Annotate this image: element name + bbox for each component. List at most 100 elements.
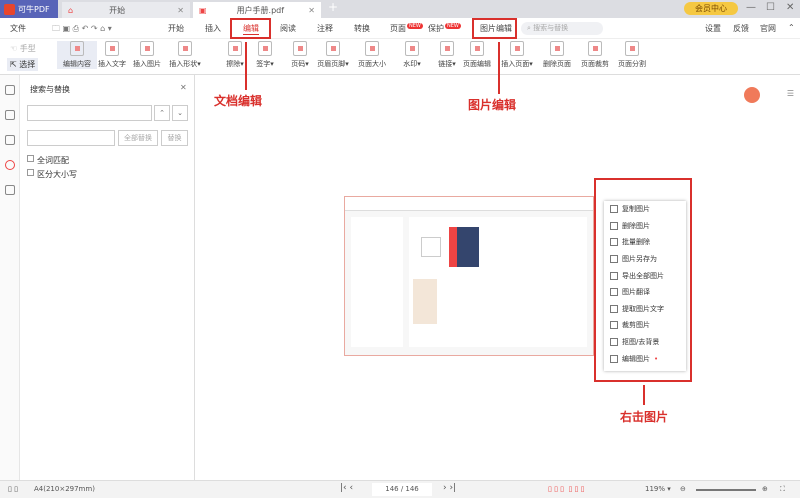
- menu-page[interactable]: 页面 NEW: [390, 23, 423, 34]
- context-menu-item[interactable]: 抠图/去背景: [604, 334, 686, 351]
- hand-tool[interactable]: ☜ 手型: [10, 43, 36, 54]
- prev-result-button[interactable]: ⌃: [154, 105, 170, 121]
- page-size: A4(210×297mm): [34, 485, 95, 493]
- ribbon-button[interactable]: 插入页面▾: [497, 41, 537, 69]
- ribbon-icon: [326, 41, 340, 56]
- context-menu-item[interactable]: 批量删除: [604, 234, 686, 251]
- view-mode-icons[interactable]: ▯ ▯ ▯ ▯ ▯ ▯: [548, 485, 584, 493]
- first-prev-buttons[interactable]: |‹ ‹: [340, 483, 353, 493]
- minimize-button[interactable]: —: [746, 2, 756, 13]
- zoom-slider[interactable]: [696, 489, 756, 491]
- replace-button[interactable]: 替换: [161, 130, 188, 146]
- menu-feedback[interactable]: 反馈: [733, 23, 749, 34]
- search-replace-panel: 搜索与替换 ✕ ⌃ ⌄ 全部替换 替换 全词匹配 区分大小写: [20, 75, 195, 480]
- tab-home[interactable]: ⌂ 开始 ✕: [62, 2, 190, 18]
- pdf-icon: ▣: [199, 5, 207, 15]
- thumbnails-icon[interactable]: [4, 110, 15, 120]
- menu-item-icon: [610, 304, 618, 313]
- ribbon-icon: [228, 41, 242, 56]
- quick-access-icons[interactable]: 🗀 ▣ ⎙ ↶ ↷ ⌂ ▾: [52, 23, 112, 37]
- close-icon[interactable]: ✕: [177, 6, 184, 15]
- menu-convert[interactable]: 转换: [354, 23, 370, 34]
- ribbon-icon: [140, 41, 154, 56]
- vip-center-button[interactable]: 会员中心: [684, 2, 738, 15]
- ribbon-button[interactable]: 插入图片: [127, 41, 167, 69]
- ribbon-icon: [588, 41, 602, 56]
- match-case-checkbox[interactable]: 区分大小写: [27, 169, 77, 180]
- replace-field[interactable]: [27, 130, 115, 146]
- menu-item-icon: [610, 288, 618, 297]
- ribbon-icon: [470, 41, 484, 56]
- floating-tool-button[interactable]: [744, 87, 760, 103]
- ribbon-button[interactable]: 页眉页脚▾: [313, 41, 353, 69]
- logo-icon: [4, 3, 15, 15]
- context-menu-item[interactable]: 编辑图片 •: [604, 350, 686, 367]
- select-tool[interactable]: ⇱ 选择: [7, 58, 39, 71]
- tab-document[interactable]: ▣ 用户手册.pdf ✕: [193, 2, 321, 18]
- menu-item-icon: [610, 255, 618, 264]
- maximize-button[interactable]: ☐: [766, 2, 775, 13]
- menu-insert[interactable]: 插入: [205, 23, 221, 34]
- replace-all-button[interactable]: 全部替换: [118, 130, 158, 146]
- close-panel-icon[interactable]: ✕: [180, 83, 187, 92]
- context-menu-item[interactable]: 裁剪图片: [604, 317, 686, 334]
- ribbon-button[interactable]: 水印▾: [392, 41, 432, 69]
- menu-start[interactable]: 开始: [168, 23, 184, 34]
- zoom-out-button[interactable]: ⊖: [680, 485, 686, 493]
- side-panel-icon[interactable]: ☰: [787, 89, 794, 98]
- zoom-in-button[interactable]: ⊕: [762, 485, 768, 493]
- page-input[interactable]: 146 / 146: [372, 483, 432, 496]
- menu-item-icon: [610, 221, 618, 230]
- ribbon-button[interactable]: 编辑内容: [57, 41, 97, 69]
- context-menu-item[interactable]: 图片翻译: [604, 284, 686, 301]
- menu-protect[interactable]: 保护 NEW: [428, 23, 461, 34]
- menu-settings[interactable]: 设置: [705, 23, 721, 34]
- close-window-button[interactable]: ✕: [786, 2, 794, 13]
- close-icon[interactable]: ✕: [308, 6, 315, 15]
- ribbon-icon: [625, 41, 639, 56]
- arrow-image-edit: [498, 42, 500, 94]
- next-result-button[interactable]: ⌄: [172, 105, 188, 121]
- search-icon[interactable]: [4, 160, 15, 170]
- ribbon-button[interactable]: 插入形状▾: [165, 41, 205, 69]
- ribbon-icon: [405, 41, 419, 56]
- context-menu-item[interactable]: 删除图片: [604, 218, 686, 235]
- whole-word-checkbox[interactable]: 全词匹配: [27, 155, 69, 166]
- ribbon-button[interactable]: 页面裁剪: [575, 41, 615, 69]
- selected-image[interactable]: [344, 196, 594, 356]
- search-input[interactable]: ⌕ 搜索与替换: [521, 22, 603, 35]
- ribbon-button[interactable]: 页面编辑: [457, 41, 497, 69]
- context-menu-item[interactable]: 图片另存为: [604, 251, 686, 268]
- fullscreen-icon[interactable]: ⛶: [780, 485, 785, 494]
- ribbon-icon: [105, 41, 119, 56]
- bookmark-icon[interactable]: [4, 85, 15, 95]
- ribbon-button[interactable]: 插入文字: [92, 41, 132, 69]
- ribbon-icon: [440, 41, 454, 56]
- ribbon-button[interactable]: 页面分割: [612, 41, 652, 69]
- zoom-select[interactable]: 119% ▾: [645, 485, 671, 493]
- collapse-ribbon-icon[interactable]: ⌃: [788, 23, 795, 32]
- app-logo[interactable]: 可牛PDF: [0, 0, 58, 18]
- page-icons[interactable]: ▯ ▯: [8, 485, 18, 493]
- highlight-edit-tab: [230, 18, 271, 39]
- ribbon-icon: [550, 41, 564, 56]
- ribbon-button[interactable]: 删除页面: [537, 41, 577, 69]
- ribbon-icon: [178, 41, 192, 56]
- context-menu-item[interactable]: 提取图片文字: [604, 301, 686, 318]
- menu-item-icon: [610, 205, 618, 214]
- ribbon-button[interactable]: 签字▾: [245, 41, 285, 69]
- annotation-image-edit: 图片编辑: [468, 98, 517, 112]
- menu-annotate[interactable]: 注释: [317, 23, 333, 34]
- menu-read[interactable]: 阅读: [280, 23, 296, 34]
- next-last-buttons[interactable]: › ›|: [443, 483, 456, 493]
- ribbon-button[interactable]: 页面大小: [352, 41, 392, 69]
- search-field[interactable]: [27, 105, 152, 121]
- new-tab-button[interactable]: +: [328, 0, 338, 14]
- menu-file[interactable]: 文件: [10, 23, 26, 34]
- context-menu-item[interactable]: 导出全部图片: [604, 267, 686, 284]
- home-icon: ⌂: [68, 5, 74, 15]
- context-menu-item[interactable]: 复制图片: [604, 201, 686, 218]
- comment-icon[interactable]: [4, 135, 15, 145]
- attachment-icon[interactable]: [4, 185, 15, 195]
- menu-website[interactable]: 官网: [760, 23, 776, 34]
